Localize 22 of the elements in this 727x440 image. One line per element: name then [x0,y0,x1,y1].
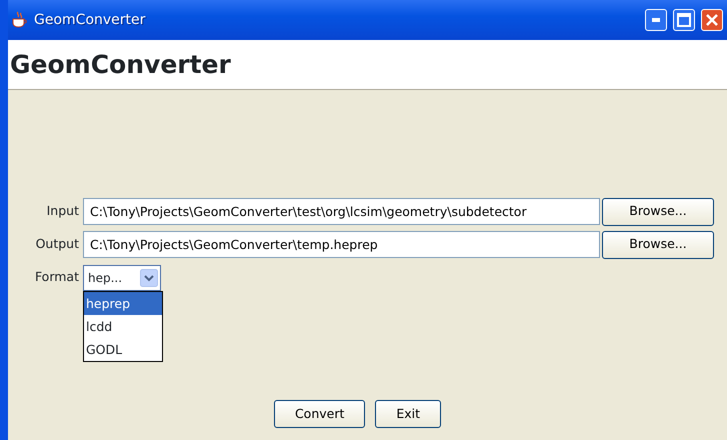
browse-button[interactable]: Browse... [602,198,714,226]
dropdown-value: hep... [88,270,122,286]
maximize-icon[interactable] [677,13,691,27]
close-button[interactable] [701,9,723,31]
close-icon[interactable] [705,13,719,27]
field-label: Format [34,268,80,286]
window-title: GeomConverter [34,10,146,30]
convert-button[interactable]: Convert [274,400,366,428]
field-label: Output [34,235,80,254]
text-field[interactable]: C:\Tony\Projects\GeomConverter\temp.heprep [83,231,600,258]
dropdown-option[interactable]: GODL [84,338,162,360]
dropdown-option[interactable]: lcdd [84,314,162,338]
maximize-button[interactable] [673,9,695,31]
text-field[interactable]: C:\Tony\Projects\GeomConverter\test\org\lcsim\geometry\subdetector [83,198,600,225]
app-heading: GeomConverter [10,52,231,77]
dropdown-option[interactable]: heprep [84,292,162,314]
minimize-button[interactable] [645,9,667,31]
coffee-cup-icon [10,11,28,29]
field-label: Input [46,202,80,220]
browse-button[interactable]: Browse... [602,230,714,258]
format-dropdown[interactable]: hep... [83,264,161,290]
exit-button[interactable]: Exit [375,400,442,428]
